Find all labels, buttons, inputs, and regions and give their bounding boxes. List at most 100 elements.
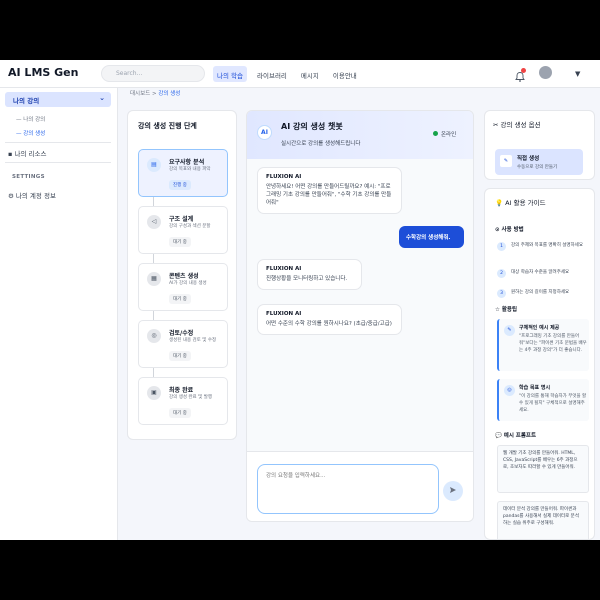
edit-icon: ✎ xyxy=(500,155,512,167)
sidebar-sub-my-courses[interactable]: — 나의 강의 xyxy=(16,115,45,123)
option-card-desc: 수동으로 강의 만들기 xyxy=(517,165,558,170)
send-button[interactable] xyxy=(443,481,463,501)
chat-subtitle: 실시간으로 강의를 생성해드립니다 xyxy=(281,141,361,147)
nav-library[interactable]: 라이브러리 xyxy=(253,66,291,82)
chat-input[interactable] xyxy=(257,464,439,514)
step-desc: 강의 생성 완료 및 발행 xyxy=(169,395,212,400)
message-text: 진행상황을 모니터링하고 있습니다. xyxy=(266,276,348,282)
sidebar-item-account[interactable]: ⚙ 나의 계정 정보 xyxy=(8,190,56,200)
prompts-header: 💬 예시 프롬프트 xyxy=(495,433,537,439)
breadcrumb-root[interactable]: 대시보드 xyxy=(130,91,150,97)
message-text: 어떤 수준의 수학 강의를 원하시나요? (초급/중급/고급) xyxy=(266,321,392,327)
send-icon xyxy=(450,487,456,493)
chat-title: AI 강의 생성 챗봇 xyxy=(281,122,343,131)
options-panel: ✂ 강의 생성 옵션 ✎ 직접 생성 수동으로 강의 만들기 xyxy=(484,110,595,180)
divider xyxy=(5,162,111,163)
app-logo[interactable]: AI LMS Gen xyxy=(8,66,78,79)
divider xyxy=(5,142,111,143)
tip-title: 학습 목표 명시 xyxy=(519,385,551,391)
chat-panel: AI AI 강의 생성 챗봇 실시간으로 강의를 생성해드립니다 온라인 FLU… xyxy=(246,110,474,522)
progress-title: 강의 생성 진행 단계 xyxy=(138,122,197,130)
main-nav: 나의 학습 라이브러리 메시지 이용안내 xyxy=(213,66,361,82)
nav-guide[interactable]: 이용안내 xyxy=(329,66,361,82)
message-sender: FLUXION AI xyxy=(266,266,302,272)
chevron-down-icon: ⌄ xyxy=(99,94,105,102)
sidebar-item-resources[interactable]: ▪ 나의 리소스 xyxy=(8,148,46,158)
step-title: 요구사항 분석 xyxy=(169,159,205,166)
example-prompt[interactable]: 데이터 분석 강의를 만들어줘. 파이썬과 pandas를 사용해서 실제 데이… xyxy=(497,501,589,539)
sidebar-item-label: 나의 강의 xyxy=(13,97,40,105)
ai-message: FLUXION AI 진행상황을 모니터링하고 있습니다. xyxy=(257,259,362,290)
example-prompt[interactable]: 웹 개발 기초 강의를 만들어줘. HTML, CSS, JavaScript를… xyxy=(497,445,589,493)
nav-messages[interactable]: 메시지 xyxy=(297,66,323,82)
chevron-down-icon[interactable]: ▼ xyxy=(575,70,580,78)
direct-create-button[interactable]: ✎ 직접 생성 수동으로 강의 만들기 xyxy=(495,149,583,175)
guide-title-text: AI 활용 가이드 xyxy=(505,199,546,207)
search-input[interactable]: Search... xyxy=(101,65,205,82)
sidebar-item-my-courses[interactable]: 나의 강의 ⌄ xyxy=(5,92,111,107)
tips-header-text: 활용팁 xyxy=(501,307,518,313)
clipboard-icon: ▤ xyxy=(147,158,161,172)
message-text: 안녕하세요! 어떤 강의를 만들어드릴까요? 예시: "프로그래밍 기초 강의를… xyxy=(266,184,392,206)
step-requirements[interactable]: ▤ 요구사항 분석 강의 목표와 내용 파악 진행 중 xyxy=(138,149,228,197)
target-icon: ◎ xyxy=(504,385,515,396)
app-frame: AI LMS Gen Search... 나의 학습 라이브러리 메시지 이용안… xyxy=(0,60,600,540)
step-review[interactable]: ◎ 검토/수정 생성된 내용 검토 및 수정 대기 중 xyxy=(138,320,228,368)
tip-card: ✎ 구체적인 예시 제공 "프로그래밍 기초 강의를 만들어줘"보다는 "파이썬… xyxy=(497,319,589,371)
sidebar-sub-create-course[interactable]: — 강의 생성 xyxy=(16,129,45,137)
step-desc: 생성된 내용 검토 및 수정 xyxy=(169,338,217,343)
step-desc: AI가 강의 내용 생성 xyxy=(169,281,207,286)
tip-title: 구체적인 예시 제공 xyxy=(519,325,560,331)
user-message: 수학강의 생성해줘. xyxy=(399,226,464,248)
online-indicator-icon xyxy=(433,131,438,136)
prompts-header-text: 예시 프롬프트 xyxy=(503,433,537,439)
step-title: 최종 완료 xyxy=(169,387,194,394)
sidebar-item-label: 나의 리소스 xyxy=(14,150,47,158)
message-sender: FLUXION AI xyxy=(266,311,302,317)
step-title: 검토/수정 xyxy=(169,330,194,337)
breadcrumb-current: 강의 생성 xyxy=(158,91,181,97)
usage-step-text: 원하는 강의 길이를 지정하세요 xyxy=(511,290,570,295)
tip-text: "프로그래밍 기초 강의를 만들어줘"보다는 "파이썬 기초 문법을 배우는 4… xyxy=(519,334,587,353)
step-desc: 강의 목표와 내용 파악 xyxy=(169,167,211,172)
tips-header: ☆ 활용팁 xyxy=(495,307,518,313)
nav-my-learning[interactable]: 나의 학습 xyxy=(213,66,247,82)
step-structure[interactable]: ◁ 구조 설계 강의 구성과 섹션 분할 대기 중 xyxy=(138,206,228,254)
status-badge: 대기 중 xyxy=(169,408,191,418)
settings-section-label: SETTINGS xyxy=(12,174,45,180)
idea-icon: ✎ xyxy=(504,325,515,336)
usage-step: 1 강의 주제와 목표를 명확히 설명하세요 xyxy=(497,242,589,260)
guide-panel: 💡 AI 활용 가이드 ⊙ 사용 방법 1 강의 주제와 목표를 명확히 설명하… xyxy=(484,188,595,540)
content-icon: ▦ xyxy=(147,272,161,286)
review-icon: ◎ xyxy=(147,329,161,343)
top-header: AI LMS Gen Search... 나의 학습 라이브러리 메시지 이용안… xyxy=(0,60,600,88)
breadcrumb-sep: > xyxy=(152,91,157,97)
ai-message: FLUXION AI 안녕하세요! 어떤 강의를 만들어드릴까요? 예시: "프… xyxy=(257,167,402,214)
chat-header: AI AI 강의 생성 챗봇 실시간으로 강의를 생성해드립니다 온라인 xyxy=(247,111,473,159)
sidebar: 나의 강의 ⌄ — 나의 강의 — 강의 생성 ▪ 나의 리소스 SETTING… xyxy=(0,88,118,540)
step-title: 구조 설계 xyxy=(169,216,194,223)
ai-icon: AI xyxy=(257,125,272,140)
options-title-text: 강의 생성 옵션 xyxy=(500,121,541,129)
usage-step-text: 강의 주제와 목표를 명확히 설명하세요 xyxy=(511,243,583,248)
message-sender: FLUXION AI xyxy=(266,174,302,180)
ai-message: FLUXION AI 어떤 수준의 수학 강의를 원하시나요? (초급/중급/고… xyxy=(257,304,402,335)
step-content[interactable]: ▦ 콘텐츠 생성 AI가 강의 내용 생성 대기 중 xyxy=(138,263,228,311)
chat-footer xyxy=(247,451,473,521)
sidebar-sub-label: 강의 생성 xyxy=(23,131,46,137)
guide-title: 💡 AI 활용 가이드 xyxy=(495,199,546,207)
online-status: 온라인 xyxy=(441,132,457,138)
status-badge: 대기 중 xyxy=(169,237,191,247)
options-title: ✂ 강의 생성 옵션 xyxy=(493,121,541,129)
sidebar-sub-label: 나의 강의 xyxy=(23,117,46,123)
bell-icon[interactable] xyxy=(514,68,526,82)
step-complete[interactable]: ▣ 최종 완료 강의 생성 완료 및 발행 대기 중 xyxy=(138,377,228,425)
usage-step: 2 대상 학습자 수준을 알려주세요 xyxy=(497,269,589,279)
usage-step-text: 대상 학습자 수준을 알려주세요 xyxy=(511,270,570,275)
notification-dot xyxy=(521,68,526,73)
status-badge: 대기 중 xyxy=(169,294,191,304)
avatar[interactable] xyxy=(539,66,552,79)
done-icon: ▣ xyxy=(147,386,161,400)
breadcrumb: 대시보드 > 강의 생성 xyxy=(130,89,180,97)
step-number: 1 xyxy=(497,242,506,251)
